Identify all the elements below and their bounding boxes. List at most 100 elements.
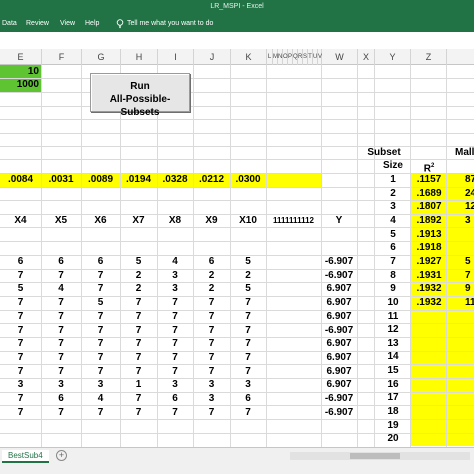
table-cell[interactable]: 7 [0, 365, 41, 379]
r2-cell[interactable] [411, 391, 447, 405]
subset-size-cell[interactable]: 12 [375, 323, 411, 337]
var-header[interactable]: X7 [120, 214, 157, 228]
r2-cell[interactable] [411, 405, 447, 419]
column-header[interactable]: G [82, 49, 121, 65]
prob-cell[interactable]: .0194 [120, 173, 157, 187]
tell-me-search[interactable]: Tell me what you want to do [127, 20, 213, 27]
mallows-cell[interactable] [447, 337, 474, 351]
var-header[interactable]: X6 [81, 214, 120, 228]
mallows-cell[interactable] [447, 364, 474, 378]
table-cell[interactable]: 7 [41, 296, 81, 310]
r2-cell[interactable]: .1913 [411, 228, 447, 242]
r2-cell[interactable] [411, 323, 447, 337]
table-cell[interactable]: 6.907 [321, 365, 357, 379]
table-cell[interactable]: 4 [41, 282, 81, 296]
run-all-possible-subsets-button[interactable]: Run All-Possible-Subsets [90, 73, 190, 118]
table-cell[interactable]: 7 [193, 365, 230, 379]
tab-data[interactable]: Data [2, 20, 17, 27]
column-header[interactable]: H [121, 49, 158, 65]
table-cell[interactable]: 6.907 [321, 310, 357, 324]
table-cell[interactable]: 7 [81, 282, 120, 296]
subset-size-cell[interactable]: 9 [375, 282, 411, 296]
subset-size-cell[interactable]: 7 [375, 255, 411, 269]
subset-size-cell[interactable]: 15 [375, 364, 411, 378]
mallows-cell[interactable] [447, 310, 474, 324]
table-cell[interactable]: 7 [41, 269, 81, 283]
table-cell[interactable]: 6.907 [321, 282, 357, 296]
table-cell[interactable]: 7 [230, 406, 266, 420]
table-cell[interactable]: 7 [81, 269, 120, 283]
table-cell[interactable]: 2 [230, 269, 266, 283]
table-cell[interactable]: 7 [0, 269, 41, 283]
table-cell[interactable]: 3 [157, 378, 193, 392]
r2-cell[interactable] [411, 310, 447, 324]
column-header[interactable]: I [158, 49, 194, 65]
var-header[interactable]: X10 [230, 214, 266, 228]
prob-cell[interactable]: .0031 [41, 173, 81, 187]
table-cell[interactable]: -6.907 [321, 255, 357, 269]
subset-size-cell[interactable]: 8 [375, 269, 411, 283]
subset-size-cell[interactable]: 11 [375, 310, 411, 324]
add-sheet-icon[interactable]: + [56, 450, 67, 461]
r2-cell[interactable] [411, 378, 447, 392]
table-cell[interactable]: -6.907 [321, 406, 357, 420]
table-cell[interactable]: 7 [157, 337, 193, 351]
subset-size-cell[interactable]: 3 [375, 200, 411, 214]
table-cell[interactable]: 2 [120, 269, 157, 283]
r2-cell[interactable]: .1892 [411, 214, 447, 228]
table-cell[interactable]: 5 [0, 282, 41, 296]
cell-e1[interactable]: 10 [0, 65, 41, 79]
subset-size-cell[interactable]: 16 [375, 378, 411, 392]
table-cell[interactable]: 7 [193, 310, 230, 324]
subset-size-cell[interactable]: 19 [375, 419, 411, 433]
subset-size-cell[interactable]: 18 [375, 405, 411, 419]
mallows-cell[interactable]: 24 [447, 187, 474, 201]
tab-view[interactable]: View [60, 20, 75, 27]
scrollbar-thumb[interactable] [350, 453, 400, 459]
table-cell[interactable]: 7 [120, 406, 157, 420]
table-cell[interactable]: 3 [41, 378, 81, 392]
table-cell[interactable]: 7 [193, 324, 230, 338]
table-cell[interactable]: 1 [120, 378, 157, 392]
table-cell[interactable]: 7 [120, 392, 157, 406]
table-cell[interactable]: 7 [120, 337, 157, 351]
table-cell[interactable]: 6 [41, 255, 81, 269]
table-cell[interactable]: 5 [230, 282, 266, 296]
r2-cell[interactable]: .1931 [411, 269, 447, 283]
table-cell[interactable]: 7 [81, 337, 120, 351]
table-cell[interactable]: 6.907 [321, 337, 357, 351]
horizontal-scrollbar[interactable] [290, 452, 470, 460]
table-cell[interactable]: 7 [157, 365, 193, 379]
subset-size-cell[interactable]: 1 [375, 173, 411, 187]
r2-cell[interactable]: .1932 [411, 282, 447, 296]
table-cell[interactable]: 5 [81, 296, 120, 310]
r2-cell[interactable]: .1927 [411, 255, 447, 269]
tab-review[interactable]: Review [26, 20, 49, 27]
column-header[interactable]: X [358, 49, 375, 65]
table-cell[interactable]: 7 [230, 324, 266, 338]
table-cell[interactable]: 7 [120, 365, 157, 379]
table-cell[interactable]: 3 [193, 392, 230, 406]
table-cell[interactable]: 7 [41, 324, 81, 338]
column-header[interactable]: Z [411, 49, 447, 65]
table-cell[interactable]: 7 [230, 337, 266, 351]
table-cell[interactable]: 7 [81, 310, 120, 324]
r2-cell[interactable] [411, 432, 447, 446]
table-cell[interactable]: 7 [81, 365, 120, 379]
mallows-cell[interactable]: 11 [447, 296, 474, 310]
table-cell[interactable]: 6 [193, 255, 230, 269]
r2-cell[interactable]: .1157 [411, 173, 447, 187]
table-cell[interactable]: -6.907 [321, 269, 357, 283]
table-cell[interactable]: 7 [41, 310, 81, 324]
column-header[interactable]: E [0, 49, 42, 65]
mallows-cell[interactable]: 5 [447, 255, 474, 269]
table-cell[interactable]: 6 [157, 392, 193, 406]
r2-cell[interactable]: .1689 [411, 187, 447, 201]
subset-size-cell[interactable]: 4 [375, 214, 411, 228]
table-cell[interactable]: 6.907 [321, 296, 357, 310]
prob-cell[interactable]: .0212 [193, 173, 230, 187]
table-cell[interactable]: 3 [230, 378, 266, 392]
table-cell[interactable]: 2 [120, 282, 157, 296]
mallows-cell[interactable] [447, 241, 474, 255]
table-cell[interactable]: 7 [0, 392, 41, 406]
